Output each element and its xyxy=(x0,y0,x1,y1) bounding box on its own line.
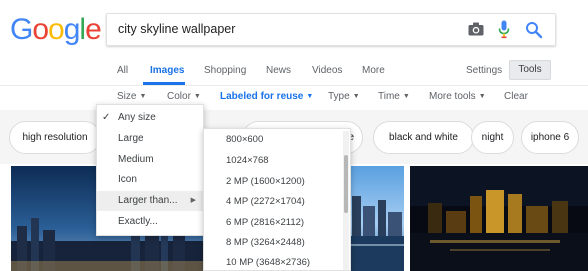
size-dropdown-menu: ✓ Any size Large Medium Icon Larger than… xyxy=(96,104,204,236)
chip-night[interactable]: night xyxy=(471,121,514,154)
chevron-right-icon: ▶ xyxy=(190,197,196,204)
size-option-label: Exactly... xyxy=(118,216,158,227)
size-option-medium[interactable]: Medium xyxy=(97,150,203,170)
search-input[interactable]: city skyline wallpaper xyxy=(118,22,235,36)
type-filter-label: Type xyxy=(328,91,350,102)
tab-shopping[interactable]: Shopping xyxy=(204,65,246,76)
larger-than-option[interactable]: 4 MP (2272×1704) xyxy=(226,196,305,207)
logo-letter: o xyxy=(32,13,49,46)
more-tools-label: More tools xyxy=(429,91,476,102)
time-filter[interactable]: Time ▼ xyxy=(378,91,410,102)
google-logo[interactable]: Google xyxy=(10,13,102,47)
more-tools-filter[interactable]: More tools ▼ xyxy=(429,91,486,102)
logo-letter: e xyxy=(85,13,102,46)
larger-than-option[interactable]: 2 MP (1600×1200) xyxy=(226,176,305,187)
size-filter[interactable]: Size ▼ xyxy=(117,91,146,102)
size-option-icon[interactable]: Icon xyxy=(97,170,203,190)
larger-than-option[interactable]: 800×600 xyxy=(226,134,263,145)
logo-letter: G xyxy=(10,13,33,46)
chevron-down-icon: ▼ xyxy=(139,93,147,100)
search-icon[interactable] xyxy=(525,21,543,39)
size-option-label: Icon xyxy=(118,174,137,185)
size-filter-label: Size xyxy=(117,91,137,102)
chevron-down-icon: ▼ xyxy=(352,93,360,100)
larger-than-option[interactable]: 6 MP (2816×2112) xyxy=(226,217,304,228)
usage-rights-filter[interactable]: Labeled for reuse ▼ xyxy=(220,91,313,102)
chevron-down-icon: ▼ xyxy=(478,93,486,100)
larger-than-submenu: 800×600 1024×768 2 MP (1600×1200) 4 MP (… xyxy=(203,128,351,271)
tab-videos[interactable]: Videos xyxy=(312,65,342,76)
logo-letter: g xyxy=(63,13,81,46)
size-option-label: Any size xyxy=(118,112,156,123)
submenu-scrollbar-thumb[interactable] xyxy=(344,155,348,213)
color-filter[interactable]: Color ▼ xyxy=(167,91,201,102)
harbor-skyline-image xyxy=(348,166,404,271)
tab-more[interactable]: More xyxy=(362,65,385,76)
chevron-down-icon: ▼ xyxy=(193,93,201,100)
larger-than-option[interactable]: 8 MP (3264×2448) xyxy=(226,237,305,248)
settings-link[interactable]: Settings xyxy=(466,65,502,76)
tab-images[interactable]: Images xyxy=(150,65,184,76)
larger-than-option[interactable]: 10 MP (3648×2736) xyxy=(226,257,310,268)
size-option-label: Large xyxy=(118,133,144,144)
time-filter-label: Time xyxy=(378,91,400,102)
tab-all[interactable]: All xyxy=(117,65,128,76)
search-box[interactable]: city skyline wallpaper xyxy=(106,13,556,46)
size-option-large[interactable]: Large xyxy=(97,129,203,149)
image-result-2[interactable] xyxy=(348,166,404,271)
microphone-icon[interactable] xyxy=(498,20,510,39)
tab-divider xyxy=(0,85,588,86)
chip-high-resolution[interactable]: high resolution xyxy=(9,121,101,154)
color-filter-label: Color xyxy=(167,91,191,102)
type-filter[interactable]: Type ▼ xyxy=(328,91,360,102)
size-option-label: Larger than... xyxy=(118,195,178,206)
checkmark-icon: ✓ xyxy=(102,112,111,123)
size-option-any[interactable]: ✓ Any size xyxy=(97,108,203,128)
chip-black-and-white[interactable]: black and white xyxy=(373,121,474,154)
larger-than-option[interactable]: 1024×768 xyxy=(226,155,269,166)
size-option-exactly[interactable]: Exactly... xyxy=(97,212,203,232)
usage-rights-label: Labeled for reuse xyxy=(220,91,304,102)
tools-button[interactable]: Tools xyxy=(509,60,551,80)
night-city-image xyxy=(410,166,588,271)
chip-iphone-6[interactable]: iphone 6 xyxy=(521,121,579,154)
camera-icon[interactable] xyxy=(468,22,484,36)
tab-news[interactable]: News xyxy=(266,65,291,76)
image-result-3[interactable] xyxy=(410,166,588,271)
size-option-label: Medium xyxy=(118,154,154,165)
size-option-larger-than[interactable]: Larger than... ▶ xyxy=(97,191,203,211)
clear-filters-link[interactable]: Clear xyxy=(504,91,528,102)
logo-letter: o xyxy=(48,13,65,46)
chevron-down-icon: ▼ xyxy=(402,93,410,100)
chevron-down-icon: ▼ xyxy=(306,93,314,100)
